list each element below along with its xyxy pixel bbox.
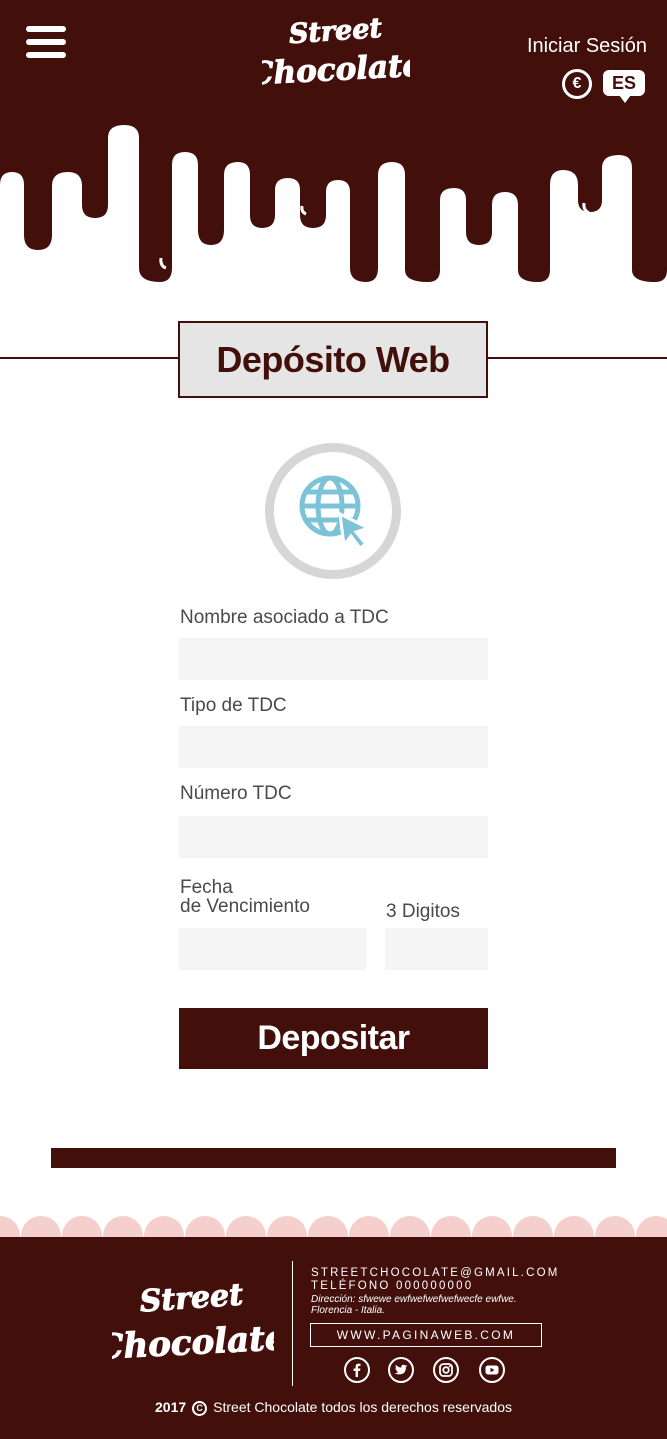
language-selector[interactable]: ES <box>603 70 645 103</box>
name-label: Nombre asociado a TDC <box>180 607 389 628</box>
scallop-border <box>0 1216 667 1238</box>
card-number-input[interactable] <box>179 816 488 858</box>
web-deposit-badge <box>265 443 401 579</box>
card-number-label: Número TDC <box>180 783 292 804</box>
footer-logo[interactable]: Street Chocolate <box>112 1270 274 1370</box>
name-input[interactable] <box>179 638 488 680</box>
login-link[interactable]: Iniciar Sesión <box>527 35 647 58</box>
twitter-icon[interactable] <box>388 1357 414 1383</box>
page-title-box: Depósito Web <box>178 321 488 398</box>
footer-email[interactable]: STREETCHOCOLATE@GMAIL.COM <box>311 1267 560 1279</box>
deposit-button[interactable]: Depositar <box>179 1008 488 1069</box>
facebook-icon[interactable] <box>344 1357 370 1383</box>
footer-divider <box>292 1261 293 1386</box>
globe-cursor-icon <box>299 475 372 551</box>
card-type-input[interactable] <box>179 726 488 768</box>
instagram-icon[interactable] <box>433 1357 459 1383</box>
currency-euro-icon[interactable]: € <box>562 69 592 99</box>
expiry-label-line1: Fecha <box>180 877 233 898</box>
page-title: Depósito Web <box>216 339 450 380</box>
logo-chocolate-text: Chocolate <box>262 48 410 92</box>
footer-logo-street: Street <box>139 1277 245 1319</box>
expiry-label-line2: de Vencimiento <box>180 896 310 917</box>
footer-address: Dirección: sfwewe ewfwefwefwefwecfe ewfw… <box>311 1294 517 1316</box>
youtube-icon[interactable] <box>479 1357 505 1383</box>
card-type-label: Tipo de TDC <box>180 695 287 716</box>
panel-bottom-bar <box>51 1148 616 1168</box>
expiry-label: Fecha de Vencimiento <box>180 878 310 916</box>
logo-street-text: Street <box>288 13 383 50</box>
copyright: 2017 C Street Chocolate todos los derechos… <box>0 1399 667 1416</box>
copyright-text: Street Chocolate todos los derechos rese… <box>213 1399 512 1415</box>
cvv-input[interactable] <box>385 928 488 970</box>
expiry-input[interactable] <box>179 928 366 970</box>
copyright-year: 2017 <box>155 1399 187 1415</box>
footer-phone: TELÉFONO 000000000 <box>311 1280 474 1292</box>
cvv-label: 3 Digitos <box>386 901 460 922</box>
copyright-icon: C <box>192 1401 208 1416</box>
footer-logo-chocolate: Chocolate <box>112 1318 274 1368</box>
hamburger-menu-icon[interactable] <box>26 26 66 60</box>
footer-website-link[interactable]: WWW.PAGINAWEB.COM <box>310 1323 542 1347</box>
street-chocolate-logo[interactable]: Street Chocolate <box>262 10 410 92</box>
